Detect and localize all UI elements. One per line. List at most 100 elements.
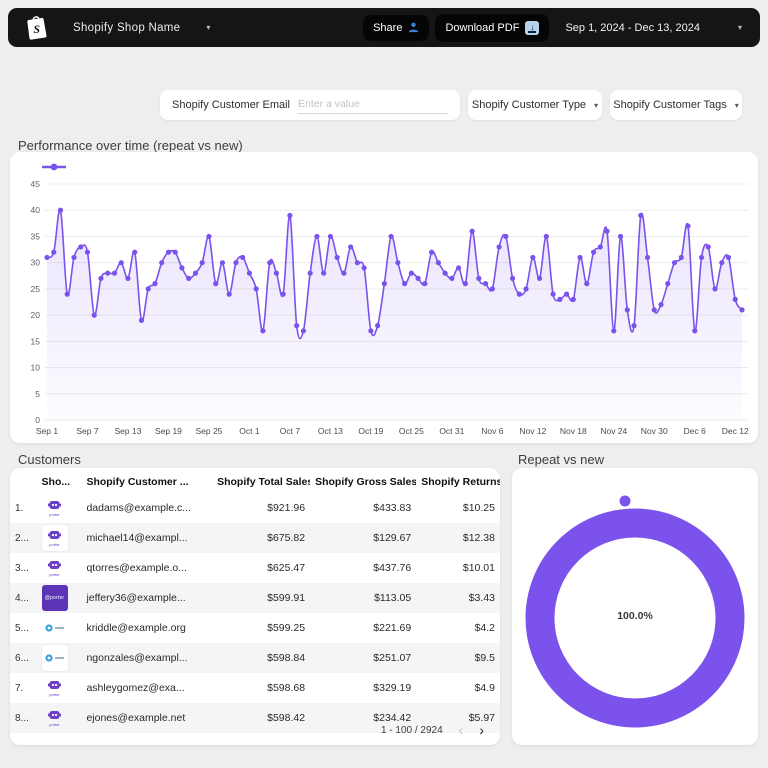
svg-text:0: 0 — [35, 415, 40, 425]
gross-sales-cell: $113.05 — [374, 592, 412, 604]
porter-logo-icon: porter — [48, 680, 62, 697]
svg-text:Nov 12: Nov 12 — [519, 426, 546, 436]
donut-center-label: 100.0% — [617, 610, 653, 622]
row-number: 2... — [15, 532, 29, 544]
col-returns[interactable]: Shopify Returns — [416, 468, 500, 493]
total-sales-cell: $599.25 — [267, 622, 306, 634]
svg-text:Oct 31: Oct 31 — [439, 426, 464, 436]
porter-logo-icon: porter — [48, 710, 62, 727]
pagination-range: 1 - 100 / 2924 — [380, 724, 443, 736]
shop-cell — [37, 613, 82, 643]
download-pdf-button[interactable]: Download PDF ↓ — [435, 13, 550, 42]
svg-text:10: 10 — [31, 363, 41, 373]
col-total-sales[interactable]: Shopify Total Sales ▾ — [212, 468, 310, 493]
performance-line-chart: 0 5 10 15 20 25 30 35 40 45 Sep 1 Sep 7 Sep 13 Sep 19… — [31, 163, 749, 436]
table-row: 4... @porter jeffery36@example... $599.9… — [10, 583, 500, 613]
customer-type-filter[interactable]: Shopify Customer Type ▾ — [468, 90, 602, 120]
chevron-down-icon: ▾ — [594, 100, 599, 110]
svg-text:15: 15 — [31, 336, 41, 346]
returns-cell: $4.2 — [474, 622, 495, 634]
share-button-label: Share — [373, 21, 403, 34]
returns-cell: $9.5 — [474, 652, 495, 664]
shop-cell: porter — [37, 493, 82, 523]
svg-text:Dec 12: Dec 12 — [722, 426, 749, 436]
table-header-row: Sho... Shopify Customer ... Shopify Tota… — [10, 468, 500, 493]
customer-email-cell: jeffery36@example... — [86, 592, 186, 604]
table-row: 1. porter dadams@example.c... $921.96 $4… — [10, 493, 500, 523]
row-number: 5... — [15, 622, 29, 634]
chevron-down-icon[interactable]: ▾ — [738, 23, 742, 32]
gross-sales-cell: $221.69 — [373, 622, 412, 634]
customers-title: Customers — [18, 452, 81, 467]
col-customer-email: Shopify Customer ... — [86, 476, 189, 488]
svg-text:Sep 7: Sep 7 — [76, 426, 98, 436]
customer-tags-filter[interactable]: Shopify Customer Tags ▾ — [610, 90, 742, 120]
total-sales-cell: $599.91 — [267, 592, 306, 604]
svg-text:30: 30 — [31, 258, 41, 268]
customers-table-card: Sho... Shopify Customer ... Shopify Tota… — [10, 468, 500, 745]
donut-title: Repeat vs new — [518, 452, 604, 467]
donut-series-dot-icon — [619, 495, 631, 507]
gross-sales-cell: $129.67 — [373, 532, 412, 544]
performance-chart-title: Performance over time (repeat vs new) — [18, 138, 243, 153]
svg-text:25: 25 — [31, 284, 41, 294]
row-number: 6... — [15, 652, 29, 664]
porter-wordmark-icon: @porter — [44, 595, 65, 601]
porter-logo-icon: porter — [48, 530, 62, 547]
repeat-vs-new-donut — [525, 495, 745, 728]
customer-email-cell: ngonzales@exampl... — [86, 652, 188, 664]
shopify-logo-icon: S — [27, 16, 47, 40]
date-range[interactable]: Sep 1, 2024 - Dec 13, 2024 — [565, 22, 700, 34]
table-row: 7. porter ashleygomez@exa... $598.68 $32… — [10, 673, 500, 703]
shop-cell: porter — [37, 703, 82, 733]
porter-logo-icon: porter — [48, 500, 62, 517]
svg-text:20: 20 — [31, 310, 41, 320]
svg-text:45: 45 — [31, 179, 41, 189]
returns-cell: $10.25 — [462, 502, 495, 514]
blue-logo-icon — [45, 654, 65, 662]
chevron-down-icon[interactable]: ▾ — [206, 23, 210, 32]
row-number: 1. — [15, 502, 24, 514]
svg-text:Oct 19: Oct 19 — [358, 426, 383, 436]
customer-email-cell: ejones@example.net — [86, 712, 186, 724]
svg-text:Nov 30: Nov 30 — [641, 426, 668, 436]
svg-text:Oct 25: Oct 25 — [399, 426, 424, 436]
share-button[interactable]: Share — [363, 14, 430, 41]
svg-text:Dec 6: Dec 6 — [684, 426, 706, 436]
total-sales-cell: $598.42 — [267, 712, 306, 724]
repeat-vs-new-card: 100.0% — [512, 468, 758, 745]
customer-email-cell: kriddle@example.org — [86, 622, 186, 634]
previous-page-icon[interactable]: ‹ — [459, 722, 464, 738]
gross-sales-cell: $437.76 — [373, 562, 412, 574]
customer-email-filter-label: Shopify Customer Email — [172, 99, 290, 111]
row-number: 8... — [15, 712, 29, 724]
returns-cell: $12.38 — [462, 532, 495, 544]
chevron-down-icon: ▾ — [734, 100, 739, 110]
shop-cell — [37, 643, 82, 673]
returns-cell: $10.01 — [462, 562, 495, 574]
col-gross-sales[interactable]: Shopify Gross Sales — [310, 468, 416, 493]
shop-cell: porter — [37, 673, 82, 703]
table-row: 5... kriddle@example.org $599.25 $221.69… — [10, 613, 500, 643]
svg-text:Nov 24: Nov 24 — [600, 426, 627, 436]
customer-email-cell: qtorres@example.o... — [86, 562, 187, 574]
shop-name[interactable]: Shopify Shop Name — [73, 22, 180, 34]
customer-email-input[interactable] — [298, 96, 448, 114]
svg-text:Sep 19: Sep 19 — [155, 426, 182, 436]
customer-email-cell: dadams@example.c... — [86, 502, 192, 514]
svg-text:Nov 18: Nov 18 — [560, 426, 587, 436]
total-sales-cell: $598.68 — [267, 682, 306, 694]
svg-text:Sep 25: Sep 25 — [195, 426, 222, 436]
customer-email-filter: Shopify Customer Email — [160, 90, 460, 120]
next-page-icon[interactable]: › — [479, 722, 484, 738]
gross-sales-cell: $433.83 — [373, 502, 412, 514]
table-row: 3... porter qtorres@example.o... $625.47… — [10, 553, 500, 583]
shop-cell: porter — [37, 553, 82, 583]
shop-cell: porter — [37, 523, 82, 553]
svg-text:Oct 7: Oct 7 — [280, 426, 301, 436]
customers-table: Sho... Shopify Customer ... Shopify Tota… — [10, 468, 500, 733]
total-sales-cell: $675.82 — [267, 532, 306, 544]
table-row: 6... ngonzales@exampl... $598.84 $251.07… — [10, 643, 500, 673]
total-sales-cell: $625.47 — [267, 562, 306, 574]
returns-cell: $4.9 — [474, 682, 495, 694]
